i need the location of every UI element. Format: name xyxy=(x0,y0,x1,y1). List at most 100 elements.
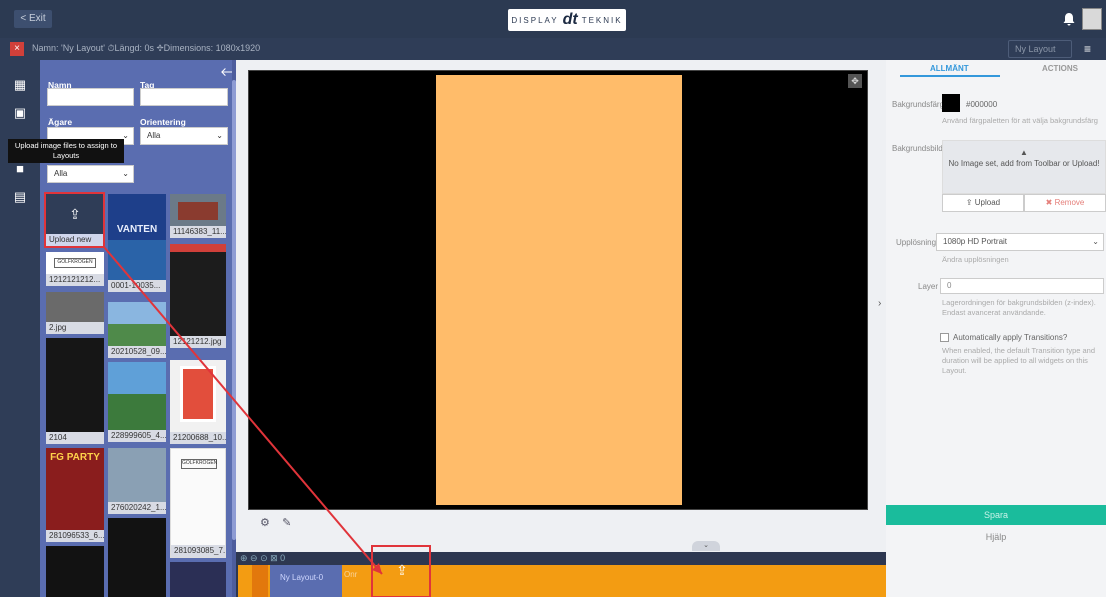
upload-new-label: Upload new xyxy=(46,234,104,246)
upload-tooltip: Upload image files to assign to Layouts xyxy=(8,139,124,163)
archive-icon[interactable]: ▤ xyxy=(12,190,28,204)
media-thumb[interactable]: 228999605_4... xyxy=(108,362,166,442)
media-caption: 281093085_7... xyxy=(171,545,225,557)
owner-filter-label: Ägare xyxy=(48,117,73,127)
thumb-art: GOLFKROGEN xyxy=(54,258,96,268)
transitions-label[interactable]: Automatically apply Transitions? xyxy=(953,333,1067,342)
timeline-zoom-controls[interactable]: ⊕ ⊖ ⊙ ⊠ 0 xyxy=(240,553,285,564)
tab-actions[interactable]: ACTIONS xyxy=(1042,64,1078,73)
media-caption: 281096533_6... xyxy=(46,530,104,542)
layer-input[interactable]: 0 xyxy=(940,278,1104,294)
media-thumb[interactable]: FG PARTY 281096533_6... xyxy=(46,448,104,542)
thumb-art xyxy=(180,366,216,422)
layer-label: Layer xyxy=(918,282,939,291)
save-button[interactable]: Spara xyxy=(886,505,1106,525)
thumb-art xyxy=(108,362,166,394)
expand-arrow-icon[interactable]: › xyxy=(878,298,881,309)
layer-value: 0 xyxy=(947,281,952,290)
collapse-timeline-icon[interactable]: ⌄ xyxy=(692,541,720,551)
warning-icon: ▲ xyxy=(1020,148,1028,157)
remove-bgimage-button[interactable]: ✖ Remove xyxy=(1024,194,1106,212)
media-thumb[interactable] xyxy=(46,546,104,597)
media-caption: 12121212.jpg xyxy=(170,336,226,348)
type-filter-value: Alla xyxy=(54,169,68,178)
media-thumb[interactable] xyxy=(170,562,226,597)
upload-new-tile[interactable]: ⇪ Upload new xyxy=(46,194,104,246)
thumb-art xyxy=(108,302,166,324)
timeline-row-marker xyxy=(252,565,268,597)
video-library-icon[interactable]: ■ xyxy=(12,162,28,176)
remove-bgimage-label: Remove xyxy=(1054,198,1085,207)
close-layout-icon[interactable]: × xyxy=(10,42,24,56)
media-thumb[interactable]: 0001-10035... xyxy=(108,240,166,292)
media-thumb[interactable] xyxy=(108,518,166,597)
help-button[interactable]: Hjälp xyxy=(886,528,1106,546)
media-thumb[interactable]: 20210528_09... xyxy=(108,302,166,358)
bgcolor-swatch[interactable] xyxy=(942,94,960,112)
timeline-upload-icon[interactable]: ⇪ xyxy=(388,562,416,578)
media-thumb[interactable]: GOLFKROGEN 281093085_7... xyxy=(170,448,226,558)
settings-icon[interactable]: ⚙ xyxy=(260,517,270,529)
layer-hint: Lagerordningen för bakgrundsbilden (z-in… xyxy=(942,298,1096,317)
thumb-art xyxy=(178,202,218,220)
canvas-controls: ⚙ ✎ xyxy=(260,516,291,529)
image-library-icon[interactable]: ▣ xyxy=(12,106,28,120)
type-filter-select[interactable]: Alla ⌄ xyxy=(47,165,134,183)
tab-general[interactable]: ALLMÄNT xyxy=(930,64,969,73)
orientation-filter-value: Alla xyxy=(147,131,161,140)
media-caption: 20210528_09... xyxy=(108,346,166,358)
layout-info-bar: × Namn: 'Ny Layout' ⏱Längd: 0s ✥Dimensio… xyxy=(0,38,1106,60)
orientation-filter-select[interactable]: Alla ⌄ xyxy=(140,127,228,145)
timeline-widget-label: Onr xyxy=(344,570,358,579)
media-thumb[interactable]: 2104 xyxy=(46,338,104,444)
media-thumb[interactable]: 11146383_11... xyxy=(170,194,226,238)
media-thumb[interactable]: 12121212.jpg xyxy=(170,244,226,348)
avatar[interactable] xyxy=(1082,8,1102,30)
resolution-label: Upplösning xyxy=(896,238,937,247)
name-filter-input[interactable] xyxy=(47,88,134,106)
edit-icon[interactable]: ✎ xyxy=(282,517,291,529)
upload-bgimage-button[interactable]: ⇪ Upload xyxy=(942,194,1024,212)
layout-meta: Namn: 'Ny Layout' ⏱Längd: 0s ✥Dimensions… xyxy=(32,43,261,53)
tag-filter-input[interactable] xyxy=(140,88,228,106)
widgets-grid-icon[interactable]: ▦ xyxy=(12,78,28,92)
logo-mark: dt xyxy=(562,11,578,28)
media-thumb[interactable]: 2.jpg xyxy=(46,292,104,334)
upload-icon: ⇪ xyxy=(69,206,81,222)
menu-icon[interactable]: ≡ xyxy=(1084,42,1091,56)
media-thumb[interactable]: 21200688_10... xyxy=(170,360,226,444)
bgcolor-hint: Använd färgpaletten för att välja bakgru… xyxy=(942,116,1098,125)
active-tab-indicator xyxy=(900,75,1000,77)
timeline-row-label: Ny Layout-0 xyxy=(280,573,324,582)
layout-select[interactable]: Ny Layout xyxy=(1008,40,1072,58)
thumb-art: FG PARTY xyxy=(50,452,100,463)
bell-icon[interactable] xyxy=(1062,12,1076,26)
logo: DISPLAY dt TEKNIK xyxy=(508,9,626,31)
media-thumb[interactable]: 276020242_1... xyxy=(108,448,166,514)
logo-right-text: TEKNIK xyxy=(581,15,623,25)
exit-button[interactable]: < Exit xyxy=(14,10,52,28)
media-caption: 11146383_11... xyxy=(170,226,226,238)
bgcolor-label: Bakgrundsfärg xyxy=(892,100,945,109)
chevron-down-icon: ⌄ xyxy=(1092,237,1099,246)
transitions-hint: When enabled, the default Transition typ… xyxy=(942,346,1096,375)
orientation-filter-label: Orientering xyxy=(140,117,186,127)
media-thumb[interactable]: GOLFKROGEN 1212121212... xyxy=(46,252,104,286)
thumb-art xyxy=(170,244,226,252)
resolution-select[interactable]: 1080p HD Portrait ⌄ xyxy=(936,233,1104,251)
logo-left-text: DISPLAY xyxy=(511,15,559,25)
thumb-art: GOLFKROGEN xyxy=(181,459,217,469)
upload-bgimage-label: Upload xyxy=(974,198,1001,207)
stage-fullscreen-icon[interactable]: ✥ xyxy=(848,74,862,88)
bgimage-label: Bakgrundsbild xyxy=(892,144,943,153)
top-bar: < Exit DISPLAY dt TEKNIK xyxy=(0,0,1106,38)
bgcolor-value[interactable]: #000000 xyxy=(966,100,997,109)
no-image-text: No Image set, add from Toolbar or Upload… xyxy=(948,159,1100,168)
media-caption: 276020242_1... xyxy=(108,502,166,514)
media-caption: 0001-10035... xyxy=(108,280,166,292)
transitions-checkbox[interactable] xyxy=(940,333,949,342)
resolution-value: 1080p HD Portrait xyxy=(943,237,1008,246)
layout-preview-region[interactable] xyxy=(436,75,682,505)
timeline-row-name[interactable]: Ny Layout-0 xyxy=(270,565,342,597)
media-caption: 21200688_10... xyxy=(170,432,226,444)
